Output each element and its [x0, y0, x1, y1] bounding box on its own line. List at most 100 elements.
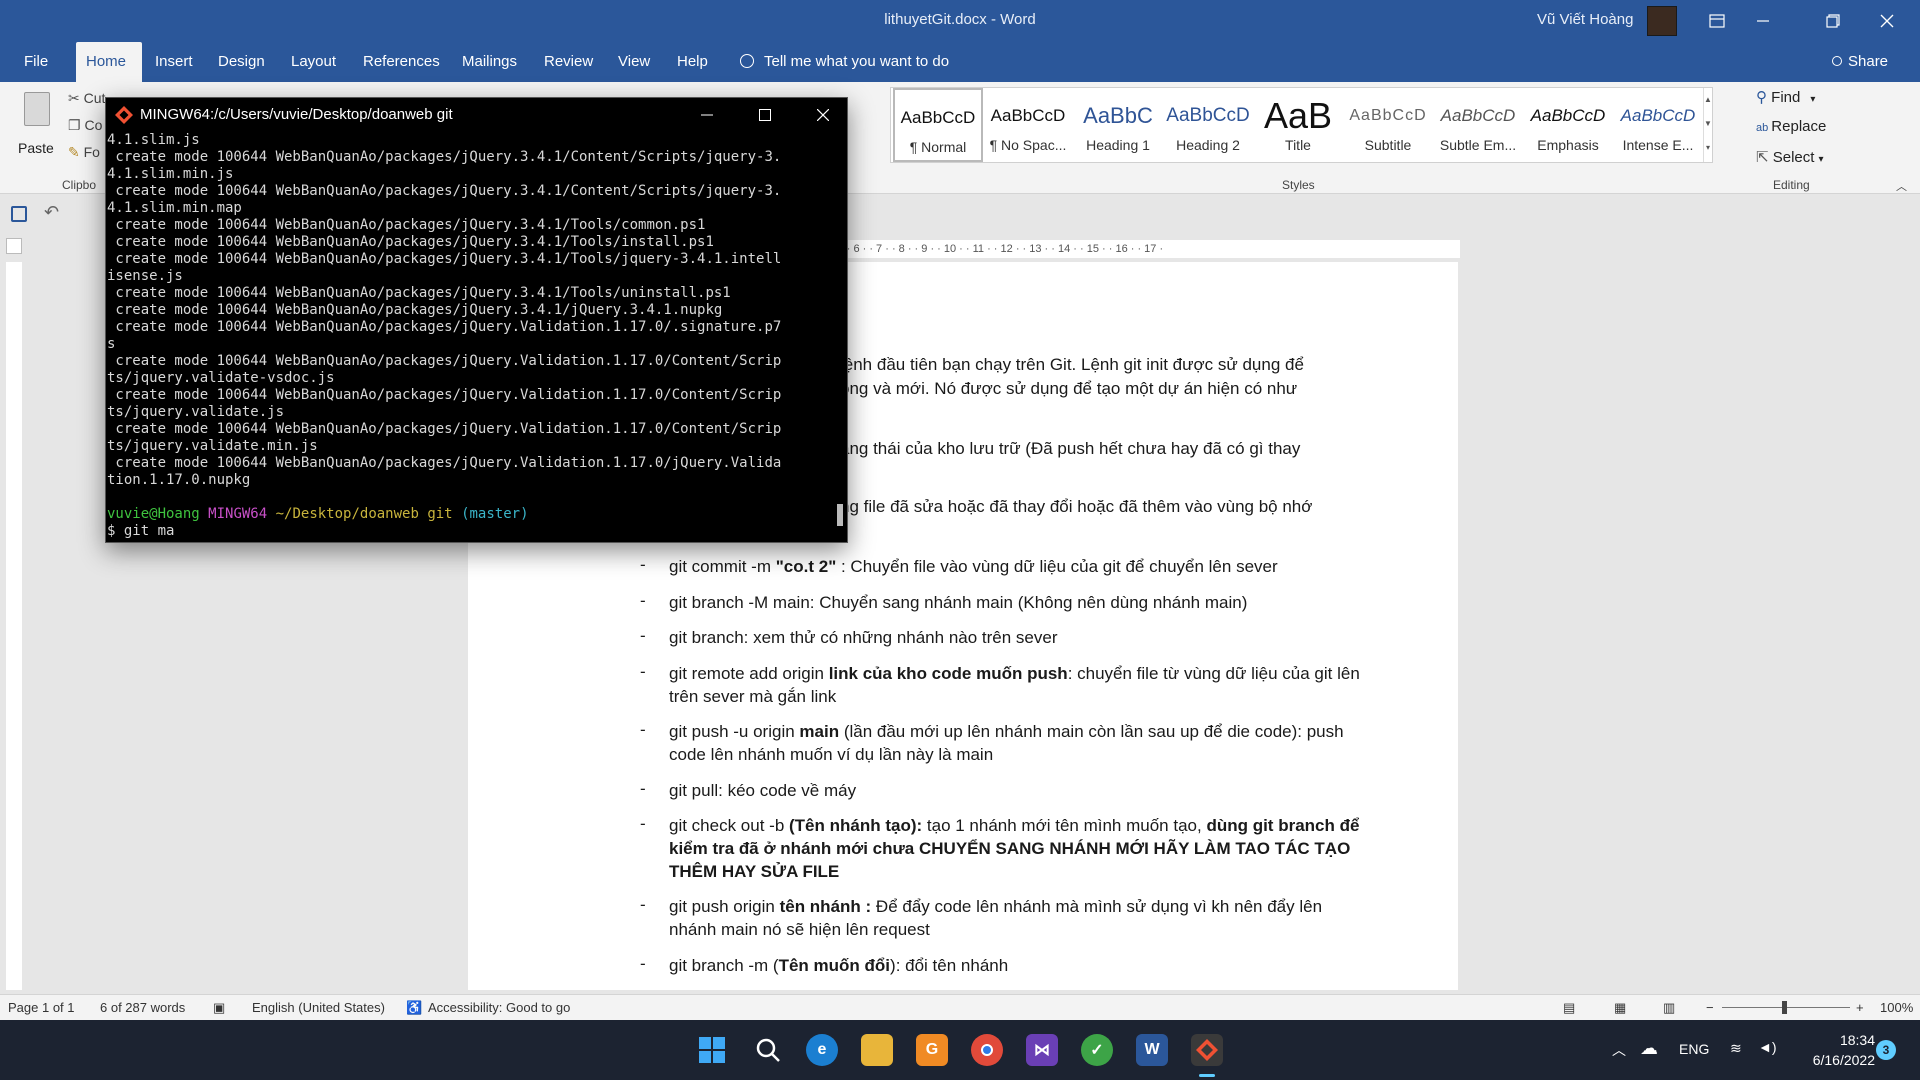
git-bash-window[interactable]: MINGW64:/c/Users/vuvie/Desktop/doanweb g… [105, 97, 848, 543]
word-icon[interactable]: W [1136, 1034, 1168, 1066]
tray-overflow-icon[interactable]: ︿ [1612, 1040, 1626, 1060]
language-status[interactable]: English (United States) [252, 1000, 385, 1015]
style-sample: AaBbCcD [1349, 107, 1427, 124]
tab-layout[interactable]: Layout [281, 42, 346, 82]
word-count[interactable]: 6 of 287 words [100, 1000, 185, 1015]
undo-icon[interactable]: ↶ [44, 202, 59, 223]
tab-review[interactable]: Review [534, 42, 603, 82]
zoom-slider-thumb[interactable] [1782, 1001, 1787, 1014]
list-item: git push origin tên nhánh : Để đẩy code … [669, 897, 1323, 939]
taskbar: e G ⋈ ✓ W ︿ ☁ ENG ≋ ◄) 18:34 6/16/2022 3 [0, 1020, 1920, 1080]
maximize-icon[interactable] [742, 98, 788, 132]
replace-button[interactable]: ab Replace [1756, 118, 1826, 135]
chevron-down-icon: ▾ [1818, 154, 1824, 165]
speaker-icon[interactable]: ◄) [1758, 1039, 1777, 1055]
web-layout-icon[interactable]: ▥ [1663, 1000, 1675, 1016]
style-no-spacing[interactable]: AaBbCcD ¶ No Spac... [983, 88, 1073, 162]
start-icon[interactable] [696, 1034, 728, 1066]
terminal-command-line[interactable]: $ git ma [107, 523, 833, 540]
git-client-icon[interactable]: ✓ [1081, 1034, 1113, 1066]
file-explorer-icon[interactable] [861, 1034, 893, 1066]
tab-help[interactable]: Help [667, 42, 718, 82]
clipboard-group-label: Clipbo [62, 178, 97, 192]
style-subtle-emphasis[interactable]: AaBbCcD Subtle Em... [1433, 88, 1523, 162]
minimize-icon[interactable] [1740, 0, 1786, 42]
paste-icon [24, 92, 50, 126]
style-heading-2[interactable]: AaBbCcD Heading 2 [1163, 88, 1253, 162]
clock-time[interactable]: 18:34 [1825, 1032, 1875, 1048]
style-intense-emphasis[interactable]: AaBbCcD Intense E... [1613, 88, 1703, 162]
terminal-line: create mode 100644 WebBanQuanAo/packages… [107, 234, 714, 250]
share-label: Share [1848, 53, 1889, 70]
style-subtitle[interactable]: AaBbCcD Subtitle [1343, 88, 1433, 162]
accessibility-icon: ♿ [406, 1000, 423, 1015]
terminal-scroll-thumb[interactable] [837, 504, 843, 526]
terminal-output[interactable]: 4.1.slim.js create mode 100644 WebBanQua… [107, 132, 833, 542]
style-sample: AaBbCcD [990, 106, 1066, 125]
accessibility-status[interactable]: Accessibility: Good to go [428, 1000, 570, 1015]
input-language[interactable]: ENG [1679, 1041, 1709, 1057]
restore-icon[interactable] [1810, 0, 1856, 42]
tab-references[interactable]: References [353, 42, 450, 82]
terminal-title-bar[interactable]: MINGW64:/c/Users/vuvie/Desktop/doanweb g… [106, 98, 847, 132]
close-icon[interactable] [800, 98, 846, 132]
style-title[interactable]: AaB Title [1253, 88, 1343, 162]
list-bullet: - [640, 591, 646, 610]
doc-text-line: ang thái của kho lưu trữ (Đã push hết ch… [840, 439, 1301, 458]
tab-insert[interactable]: Insert [145, 42, 203, 82]
ribbon-display-options-icon[interactable] [1694, 0, 1740, 42]
style-heading-1[interactable]: AaBbC Heading 1 [1073, 88, 1163, 162]
clock-date[interactable]: 6/16/2022 [1799, 1052, 1875, 1068]
vertical-ruler[interactable] [6, 262, 22, 990]
style-emphasis[interactable]: AaBbCcD Emphasis [1523, 88, 1613, 162]
style-sample: AaBbCcD [1530, 106, 1606, 125]
terminal-line: ts/jquery.validate.js [107, 404, 285, 420]
ruler-ticks: · · 6 · · 7 · · 8 · · 9 · · 10 · · 11 · … [840, 243, 1164, 255]
pdf-app-icon[interactable]: G [916, 1034, 948, 1066]
share-button[interactable]: Share [1832, 42, 1888, 82]
style-normal[interactable]: AaBbCcD ¶ Normal [893, 88, 983, 162]
visual-studio-icon[interactable]: ⋈ [1026, 1034, 1058, 1066]
account-name[interactable]: Vũ Viết Hoàng [1537, 11, 1633, 28]
proofing-icon[interactable]: ▣ [213, 1000, 225, 1016]
notification-badge[interactable]: 3 [1876, 1040, 1896, 1060]
format-painter-button[interactable]: ✎ Fo [68, 144, 100, 161]
zoom-in-icon[interactable]: + [1856, 1000, 1864, 1015]
save-icon[interactable] [11, 206, 27, 222]
wifi-icon[interactable]: ≋ [1730, 1040, 1742, 1057]
zoom-out-icon[interactable]: − [1706, 1000, 1714, 1015]
horizontal-ruler[interactable]: · · 6 · · 7 · · 8 · · 9 · · 10 · · 11 · … [840, 240, 1460, 258]
select-button[interactable]: ⇱ Select ▾ [1756, 148, 1823, 166]
print-layout-icon[interactable]: ▦ [1614, 1000, 1626, 1016]
terminal-scrollbar[interactable] [834, 132, 847, 542]
list-bullet: - [640, 954, 646, 973]
styles-scroll[interactable]: ▲ ▼ ▾ [1703, 88, 1712, 162]
tab-home[interactable]: Home [76, 42, 142, 82]
tab-file[interactable]: File [14, 42, 58, 82]
copy-button[interactable]: ❐ Co [68, 117, 102, 134]
paste-button[interactable]: Paste [18, 90, 58, 160]
git-bash-icon[interactable] [1191, 1034, 1223, 1066]
style-sample: AaBbCcD [1166, 105, 1250, 126]
zoom-level[interactable]: 100% [1880, 1000, 1913, 1015]
tab-view[interactable]: View [608, 42, 660, 82]
close-icon[interactable] [1864, 0, 1910, 42]
tell-me-search[interactable]: Tell me what you want to do [740, 42, 949, 82]
minimize-icon[interactable] [684, 98, 730, 132]
terminal-line: 4.1.slim.min.map [107, 200, 242, 216]
read-mode-icon[interactable]: ▤ [1563, 1000, 1575, 1016]
page-count[interactable]: Page 1 of 1 [8, 1000, 75, 1015]
ruler-toggle-icon[interactable] [6, 238, 22, 254]
terminal-line: create mode 100644 WebBanQuanAo/packages… [107, 302, 723, 318]
find-button[interactable]: ⚲ Find ▾ [1756, 88, 1815, 106]
select-label: Select [1772, 149, 1815, 166]
edge-icon[interactable]: e [806, 1034, 838, 1066]
search-icon[interactable] [752, 1034, 784, 1066]
tab-design[interactable]: Design [208, 42, 275, 82]
cut-button[interactable]: ✂ Cut [68, 90, 105, 107]
avatar[interactable] [1647, 6, 1677, 36]
cloud-icon[interactable]: ☁ [1640, 1038, 1658, 1059]
tab-mailings[interactable]: Mailings [452, 42, 527, 82]
chrome-icon[interactable] [971, 1034, 1003, 1066]
collapse-ribbon-icon[interactable]: ︿ [1896, 178, 1907, 194]
